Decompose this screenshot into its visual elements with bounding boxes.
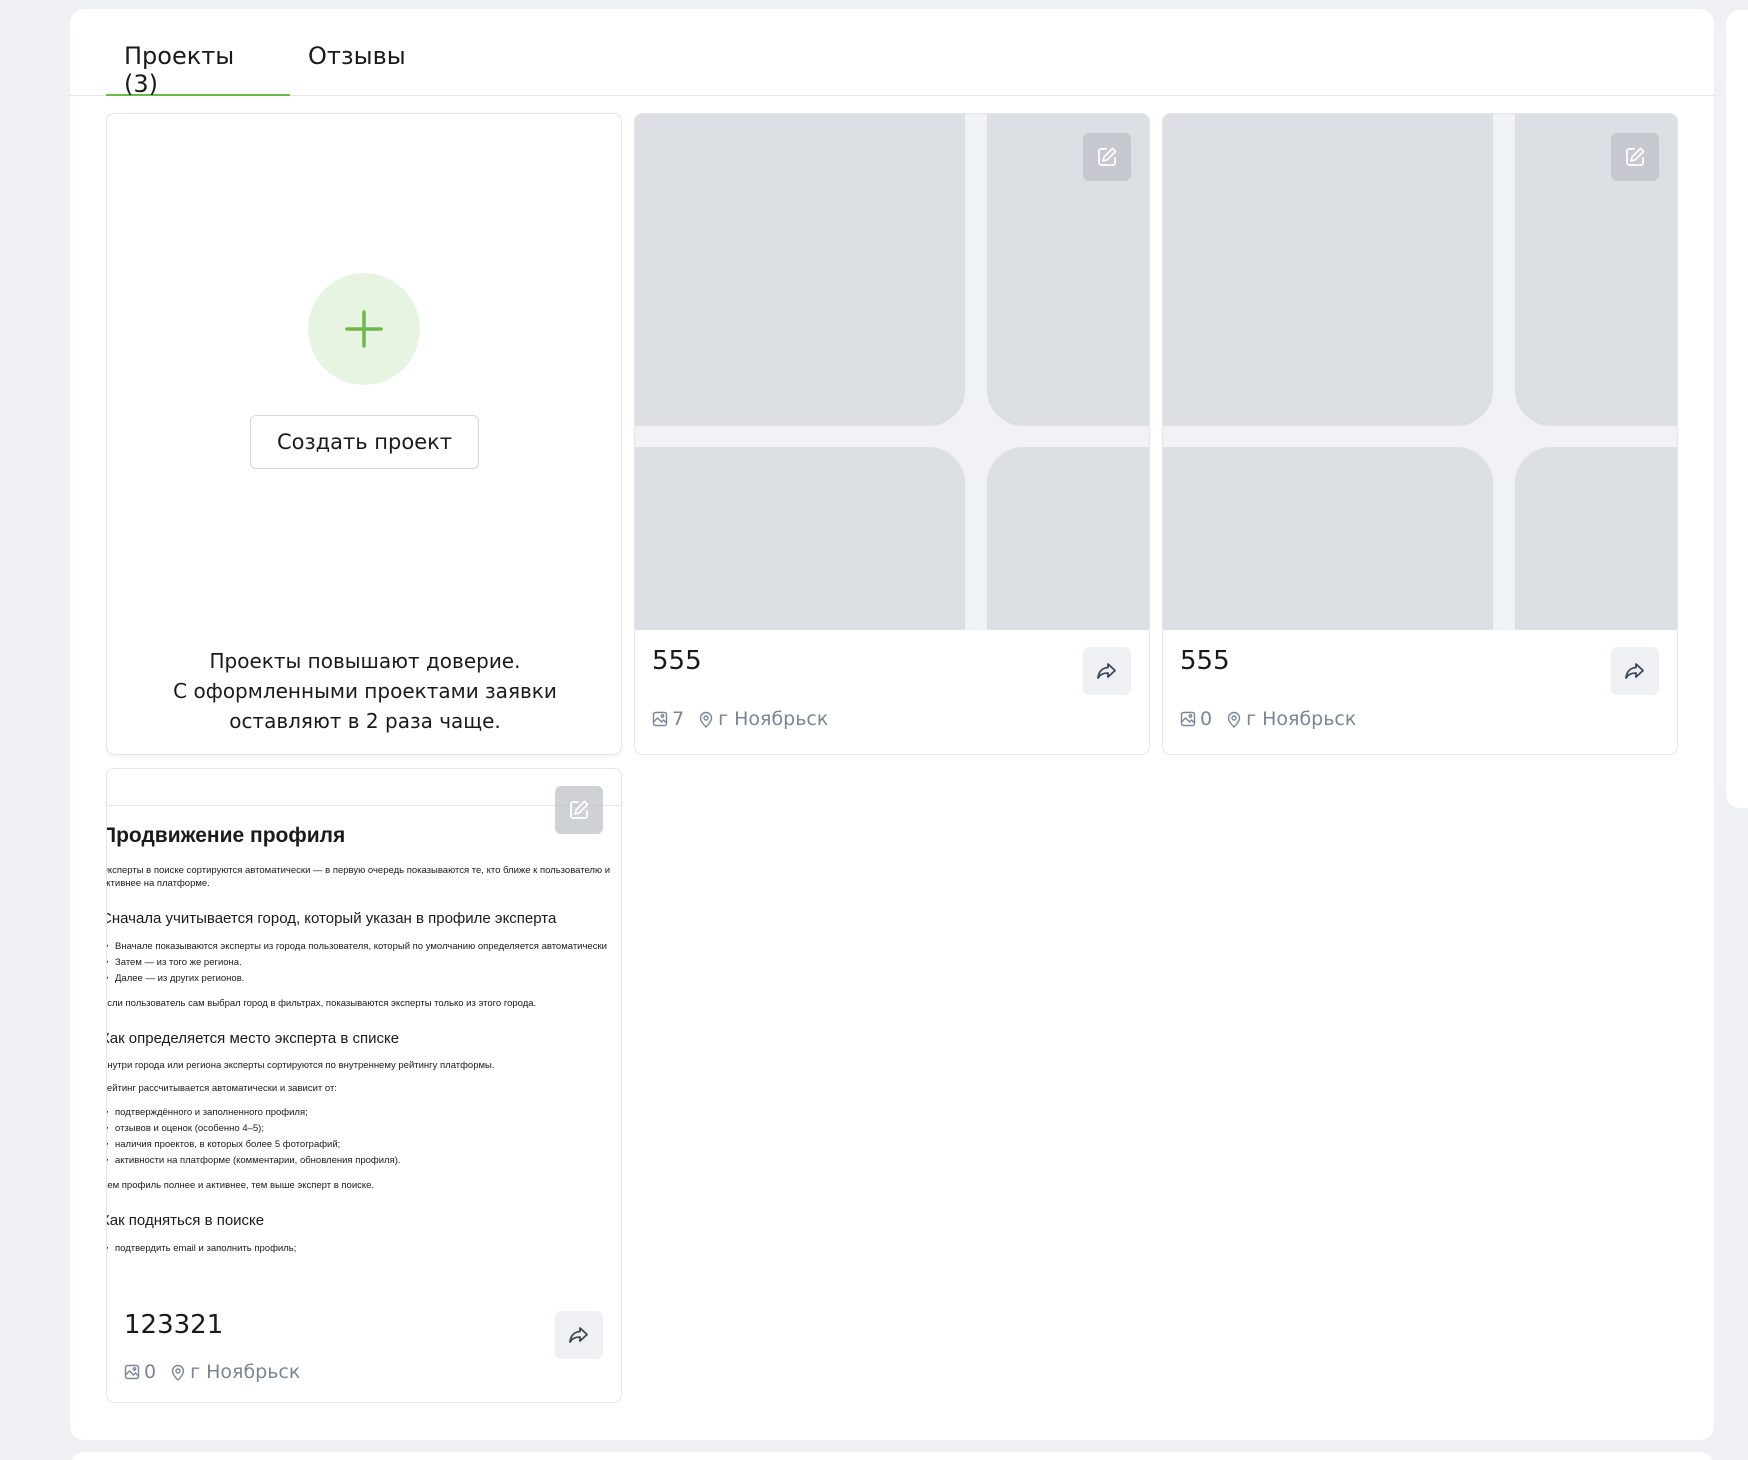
project-meta: 0 г Ноябрьск bbox=[1180, 708, 1356, 730]
add-project-circle[interactable] bbox=[308, 273, 420, 385]
project-card[interactable]: 555 0 г Ноябрьск bbox=[1162, 113, 1678, 755]
city-label: г Ноябрьск bbox=[718, 708, 829, 730]
doc-paragraph: Рейтинг рассчитывается автоматически и з… bbox=[107, 1083, 337, 1094]
city-label: г Ноябрьск bbox=[190, 1361, 301, 1383]
image-icon bbox=[1180, 711, 1196, 727]
project-title: 555 bbox=[1180, 646, 1230, 676]
doc-paragraph: Если пользователь сам выбрал город в фил… bbox=[107, 998, 537, 1009]
create-project-card: Создать проект Проекты повышают доверие.… bbox=[106, 113, 622, 755]
edit-icon bbox=[1626, 147, 1645, 166]
photo-count: 0 bbox=[1200, 708, 1213, 730]
share-project-button[interactable] bbox=[555, 1311, 603, 1359]
edit-project-button[interactable] bbox=[1611, 133, 1659, 181]
photo-count: 0 bbox=[144, 1361, 157, 1383]
photo-count: 7 bbox=[672, 708, 685, 730]
doc-paragraph: Чем профиль полнее и активнее, тем выше … bbox=[107, 1180, 375, 1191]
location-pin-icon bbox=[1227, 711, 1241, 728]
share-icon bbox=[1097, 663, 1116, 679]
doc-line: Эксперты в поиске сортируются автоматиче… bbox=[107, 865, 611, 876]
doc-list: Вначале показываются эксперты из города … bbox=[107, 939, 621, 987]
doc-list-item: подтверждённого и заполненного профиля; bbox=[107, 1105, 621, 1121]
location-pin-icon bbox=[171, 1364, 185, 1381]
edit-icon bbox=[1098, 147, 1117, 166]
doc-heading: Продвижение профиля bbox=[107, 824, 346, 847]
project-city: г Ноябрьск bbox=[698, 708, 828, 730]
plus-icon bbox=[345, 310, 383, 348]
doc-list-item: Затем — из того же региона. bbox=[107, 955, 621, 971]
promo-line: Проекты повышают доверие. bbox=[209, 649, 521, 673]
promo-text: Проекты повышают доверие. С оформленными… bbox=[107, 646, 621, 736]
edit-project-button[interactable] bbox=[555, 786, 603, 834]
project-image-placeholder bbox=[635, 114, 1149, 630]
doc-paragraph: Внутри города или региона эксперты сорти… bbox=[107, 1060, 495, 1071]
project-card[interactable]: 555 7 г Ноябрьск bbox=[634, 113, 1150, 755]
doc-list-item: подтвердить email и заполнить профиль; bbox=[107, 1241, 621, 1257]
doc-list: подтверждённого и заполненного профиля; … bbox=[107, 1105, 621, 1169]
doc-list-item: активности на платформе (комментарии, об… bbox=[107, 1153, 621, 1169]
project-image-placeholder bbox=[1163, 114, 1677, 630]
tab-projects[interactable]: Проекты (3) bbox=[106, 42, 290, 98]
doc-paragraph: Эксперты в поиске сортируются автоматиче… bbox=[107, 864, 621, 890]
share-icon bbox=[569, 1327, 588, 1343]
promo-line: оставляют в 2 раза чаще. bbox=[229, 709, 501, 733]
doc-list-item: Вначале показываются эксперты из города … bbox=[107, 939, 621, 955]
projects-panel: Проекты (3) Отзывы Создать проект Проект… bbox=[70, 9, 1714, 1440]
doc-list-item: наличия проектов, в которых более 5 фото… bbox=[107, 1137, 621, 1153]
tab-bar: Проекты (3) Отзывы bbox=[70, 9, 1714, 98]
doc-list-item: Далее — из других регионов. bbox=[107, 971, 621, 987]
divider bbox=[107, 805, 621, 806]
right-panel-edge bbox=[1726, 10, 1748, 808]
doc-subheading: Сначала учитывается город, который указа… bbox=[107, 910, 557, 927]
share-project-button[interactable] bbox=[1083, 647, 1131, 695]
doc-line: активнее на платформе. bbox=[107, 878, 210, 889]
project-city: г Ноябрьск bbox=[170, 1361, 300, 1383]
tab-reviews[interactable]: Отзывы bbox=[290, 42, 424, 96]
next-section-edge bbox=[70, 1452, 1714, 1460]
project-meta: 0 г Ноябрьск bbox=[124, 1361, 300, 1383]
image-icon bbox=[652, 711, 668, 727]
project-title: 123321 bbox=[124, 1310, 224, 1340]
share-project-button[interactable] bbox=[1611, 647, 1659, 695]
location-pin-icon bbox=[699, 711, 713, 728]
document-content: Продвижение профиля Эксперты в поиске со… bbox=[107, 824, 621, 1267]
project-city: г Ноябрьск bbox=[1226, 708, 1356, 730]
edit-icon bbox=[570, 800, 589, 819]
promo-line: С оформленными проектами заявки bbox=[173, 679, 557, 703]
project-title: 555 bbox=[652, 646, 702, 676]
doc-list-item: отзывов и оценок (особенно 4–5); bbox=[107, 1121, 621, 1137]
project-meta: 7 г Ноябрьск bbox=[652, 708, 828, 730]
doc-list: подтвердить email и заполнить профиль; bbox=[107, 1241, 621, 1257]
edit-project-button[interactable] bbox=[1083, 133, 1131, 181]
image-icon bbox=[124, 1364, 140, 1380]
project-card[interactable]: Продвижение профиля Эксперты в поиске со… bbox=[106, 768, 622, 1403]
share-icon bbox=[1625, 663, 1644, 679]
doc-subheading: Как подняться в поиске bbox=[107, 1212, 265, 1229]
create-project-button[interactable]: Создать проект bbox=[250, 415, 479, 469]
project-document-preview: Продвижение профиля Эксперты в поиске со… bbox=[107, 769, 621, 1279]
city-label: г Ноябрьск bbox=[1246, 708, 1357, 730]
doc-subheading: Как определяется место эксперта в списке bbox=[107, 1030, 400, 1047]
